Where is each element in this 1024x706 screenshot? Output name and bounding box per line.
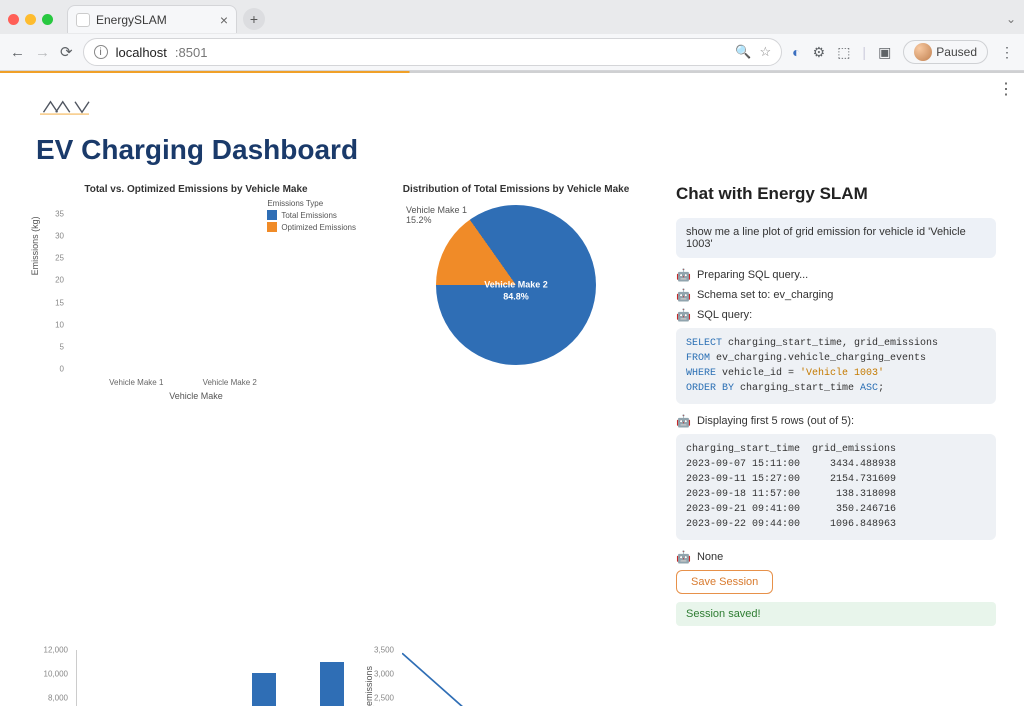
bookmark-icon[interactable]: ☆ <box>760 44 772 60</box>
reader-icon[interactable]: ▣ <box>878 44 891 61</box>
browser-tab[interactable]: EnergySLAM × <box>67 5 237 33</box>
chart-line-grid-emissions: grid_emissions 05001,0001,5002,0002,5003… <box>366 650 666 706</box>
robot-icon: 🤖 <box>676 268 691 282</box>
favicon-icon <box>76 13 90 27</box>
page: ⋮ EV Charging Dashboard Total vs. Optimi… <box>0 73 1024 706</box>
chat-user-message: show me a line plot of grid emission for… <box>676 218 996 258</box>
address-bar: ← → ⟳ i localhost :8501 🔍 ☆ ◐ ⚙ ⬚ | ▣ Pau… <box>0 34 1024 70</box>
robot-icon: 🤖 <box>676 288 691 302</box>
tab-overflow-icon[interactable]: ⌄ <box>1006 12 1016 26</box>
page-title: EV Charging Dashboard <box>36 134 988 166</box>
pie-chart: Vehicle Make 284.8% <box>436 205 596 365</box>
kebab-menu-icon[interactable]: ⋮ <box>1000 44 1014 61</box>
x-axis-label: Vehicle Make <box>36 391 356 401</box>
url-host: localhost <box>116 45 167 60</box>
robot-icon: 🤖 <box>676 414 691 428</box>
robot-icon: 🤖 <box>676 308 691 322</box>
profile-paused[interactable]: Paused <box>903 40 988 64</box>
maximize-window-icon[interactable] <box>42 14 53 25</box>
robot-icon: 🤖 <box>676 550 691 564</box>
extensions-icon[interactable]: ⬚ <box>837 44 850 61</box>
reload-icon[interactable]: ⟳ <box>60 43 73 61</box>
back-icon[interactable]: ← <box>10 44 25 61</box>
tab-title: EnergySLAM <box>96 13 167 27</box>
pie-center-label: Vehicle Make 284.8% <box>484 280 548 303</box>
result-rows: charging_start_time grid_emissions 2023-… <box>676 434 996 540</box>
chart-pie-emissions: Distribution of Total Emissions by Vehic… <box>366 184 666 626</box>
chart-bar-vehicle-sum: sum 02,0004,0006,0008,00010,00012,000 Ve… <box>36 650 356 706</box>
chat-title: Chat with Energy SLAM <box>676 184 996 204</box>
tab-close-icon[interactable]: × <box>220 12 228 28</box>
zoom-icon[interactable]: 🔍 <box>735 44 751 60</box>
browser-actions: ◐ ⚙ ⬚ | ▣ Paused ⋮ <box>792 40 1014 64</box>
close-window-icon[interactable] <box>8 14 19 25</box>
browser-chrome: EnergySLAM × + ⌄ ← → ⟳ i localhost :8501 … <box>0 0 1024 71</box>
extension-icon[interactable]: ◐ <box>792 44 800 60</box>
chart-title: Total vs. Optimized Emissions by Vehicle… <box>36 184 356 195</box>
url-input[interactable]: i localhost :8501 🔍 ☆ <box>83 38 783 66</box>
sql-code: SELECT charging_start_time, grid_emissio… <box>676 328 996 404</box>
tab-bar: EnergySLAM × + ⌄ <box>0 0 1024 34</box>
settings-icon[interactable]: ⚙ <box>813 44 826 61</box>
chart-bar-emissions: Total vs. Optimized Emissions by Vehicle… <box>36 184 356 626</box>
minimize-window-icon[interactable] <box>25 14 36 25</box>
window-controls[interactable] <box>8 14 53 25</box>
page-menu-icon[interactable]: ⋮ <box>998 79 1014 99</box>
chart-title: Distribution of Total Emissions by Vehic… <box>366 184 666 195</box>
session-saved-banner: Session saved! <box>676 602 996 626</box>
new-tab-button[interactable]: + <box>243 8 265 30</box>
forward-icon: → <box>35 44 50 61</box>
chat-panel: Chat with Energy SLAM show me a line plo… <box>676 184 996 626</box>
logo <box>40 95 988 122</box>
site-info-icon[interactable]: i <box>94 45 108 59</box>
url-port: :8501 <box>175 45 208 60</box>
save-session-button[interactable]: Save Session <box>676 570 773 594</box>
avatar <box>914 43 932 61</box>
pie-slice-label: Vehicle Make 115.2% <box>406 205 467 225</box>
